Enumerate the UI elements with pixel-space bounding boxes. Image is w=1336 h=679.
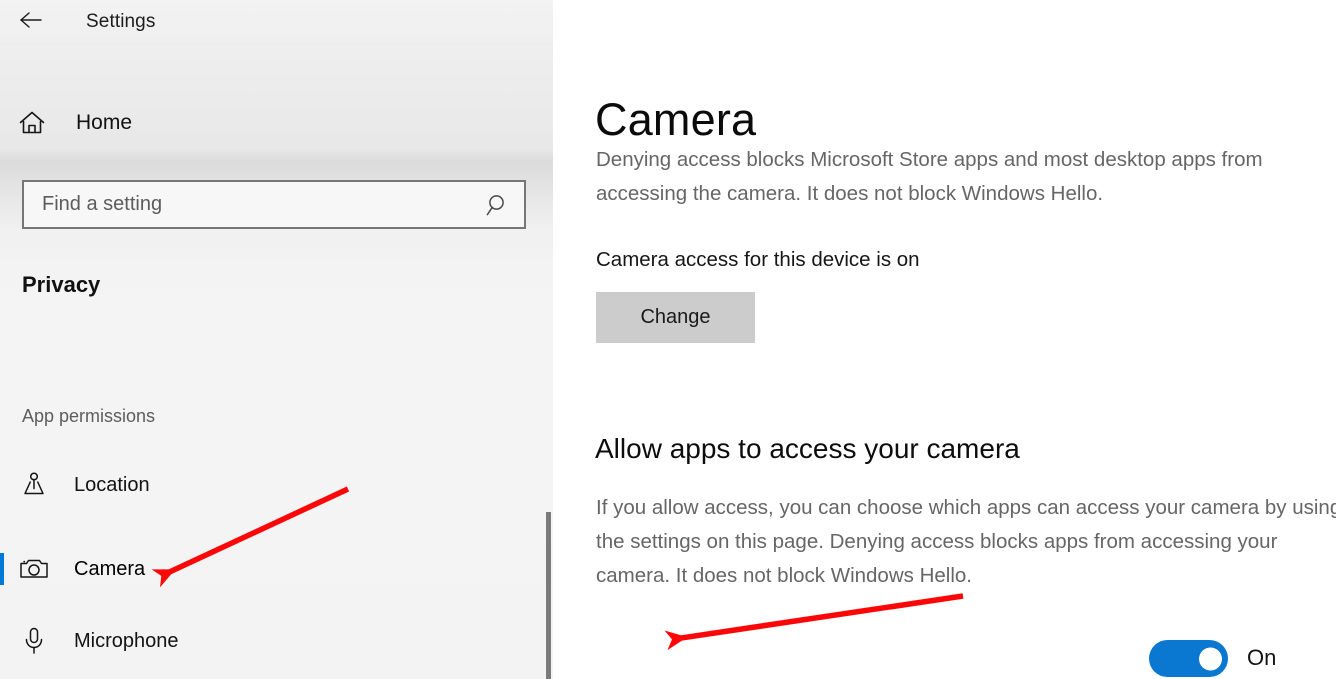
selection-indicator — [0, 553, 4, 585]
home-icon — [8, 110, 56, 136]
sidebar: Settings Home Find a setting Privacy App… — [0, 0, 553, 679]
allow-apps-description: If you allow access, you can choose whic… — [596, 496, 1336, 587]
sidebar-group-label-app-permissions: App permissions — [22, 406, 156, 426]
location-icon — [10, 471, 58, 499]
allow-apps-heading: Allow apps to access your camera — [595, 433, 1020, 464]
main-content: Denying access blocks Microsoft Store ap… — [553, 0, 1336, 679]
search-input[interactable]: Find a setting — [22, 180, 526, 229]
page-title: Camera — [595, 92, 781, 148]
allow-apps-toggle[interactable] — [1149, 640, 1228, 677]
change-button[interactable]: Change — [596, 292, 755, 343]
device-access-status: Camera access for this device is on — [596, 248, 920, 271]
sidebar-section-title: Privacy — [22, 272, 101, 297]
window-title: Settings — [86, 11, 156, 32]
toggle-knob — [1199, 647, 1222, 670]
sidebar-item-location-label: Location — [74, 473, 150, 496]
sidebar-scrollbar[interactable] — [546, 512, 551, 679]
toggle-state-label: On — [1247, 645, 1277, 670]
settings-window: Settings Home Find a setting Privacy App… — [0, 0, 1336, 679]
microphone-icon — [10, 626, 58, 656]
search-input-placeholder: Find a setting — [42, 193, 163, 215]
sidebar-item-home[interactable]: Home — [0, 98, 553, 148]
sidebar-item-location[interactable]: Location — [0, 461, 553, 509]
sidebar-item-camera-label: Camera — [74, 557, 146, 580]
search-icon[interactable] — [472, 192, 524, 218]
sidebar-item-home-label: Home — [76, 111, 133, 134]
sidebar-item-camera[interactable]: Camera — [0, 545, 553, 593]
camera-icon — [10, 556, 58, 582]
sidebar-item-microphone[interactable]: Microphone — [0, 617, 553, 665]
scrolled-description-text: Denying access blocks Microsoft Store ap… — [596, 148, 1263, 205]
sidebar-item-microphone-label: Microphone — [74, 629, 179, 652]
back-arrow-icon — [20, 12, 42, 28]
back-button[interactable] — [8, 0, 54, 40]
